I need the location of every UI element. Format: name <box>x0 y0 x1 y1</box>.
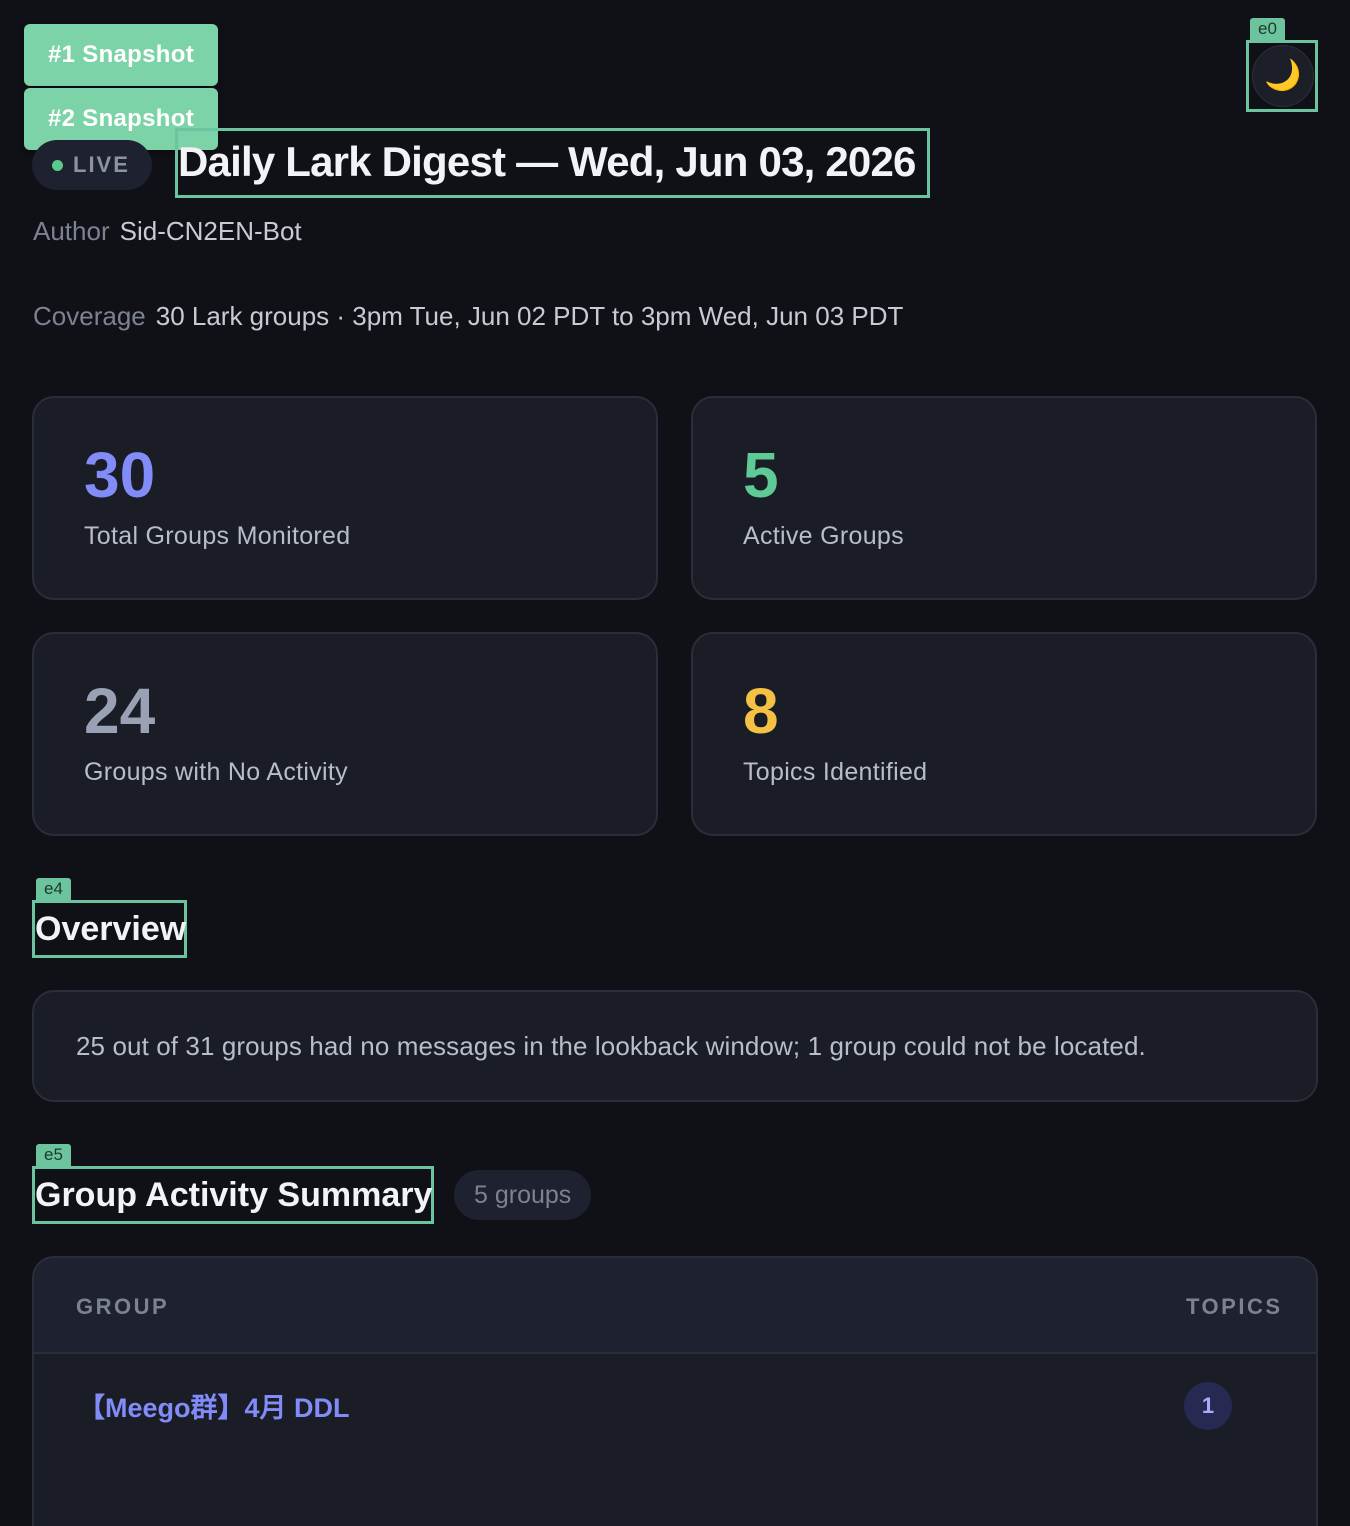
coverage-value: 30 Lark groups · 3pm Tue, Jun 02 PDT to … <box>155 301 904 331</box>
stat-value: 5 <box>743 439 779 511</box>
annotation-tag-overview: e4 <box>36 878 71 900</box>
overview-heading: Overview <box>35 910 187 948</box>
live-label: LIVE <box>73 152 130 177</box>
table-row: 【Meego群】4月 DDL 1 <box>34 1354 1316 1526</box>
author-key: Author <box>33 216 110 246</box>
group-name-link[interactable]: 【Meego群】4月 DDL <box>78 1386 350 1425</box>
column-header-topics: TOPICS <box>1186 1294 1283 1319</box>
stat-card-active-groups: 5 Active Groups <box>691 396 1317 600</box>
coverage-key: Coverage <box>33 301 146 331</box>
stat-label: Total Groups Monitored <box>84 522 351 550</box>
stat-card-no-activity: 24 Groups with No Activity <box>32 632 658 836</box>
stat-card-total-groups: 30 Total Groups Monitored <box>32 396 658 600</box>
stat-label: Active Groups <box>743 522 904 550</box>
stat-value: 8 <box>743 675 779 747</box>
author-value: Sid-CN2EN-Bot <box>119 216 302 246</box>
stat-label: Groups with No Activity <box>84 758 348 786</box>
moon-icon: 🌙 <box>1264 59 1302 92</box>
page-title: Daily Lark Digest — Wed, Jun 03, 2026 <box>178 138 916 185</box>
annotation-tag-activity: e5 <box>36 1144 71 1166</box>
group-activity-heading: Group Activity Summary <box>35 1176 433 1214</box>
table-header: GROUP TOPICS <box>34 1258 1316 1354</box>
live-status-badge: LIVE <box>32 140 152 190</box>
author-row: Author Sid-CN2EN-Bot <box>33 216 302 247</box>
stat-card-topics: 8 Topics Identified <box>691 632 1317 836</box>
live-dot-icon <box>52 159 63 171</box>
group-count-badge: 5 groups <box>454 1170 592 1220</box>
page: #1 Snapshot #2 Snapshot e0 🌙 LIVE Daily … <box>0 0 1350 1526</box>
group-activity-table: GROUP TOPICS 【Meego群】4月 DDL 1 <box>32 1256 1318 1526</box>
theme-toggle-button[interactable]: 🌙 <box>1252 45 1314 107</box>
stat-label: Topics Identified <box>743 758 928 786</box>
overview-text: 25 out of 31 groups had no messages in t… <box>76 1030 1146 1061</box>
topic-count-badge: 1 <box>1184 1382 1232 1430</box>
overview-card: 25 out of 31 groups had no messages in t… <box>32 990 1318 1102</box>
stat-value: 24 <box>84 675 156 747</box>
coverage-row: Coverage 30 Lark groups · 3pm Tue, Jun 02… <box>33 301 903 332</box>
stat-value: 30 <box>84 439 156 511</box>
column-header-group: GROUP <box>76 1294 170 1319</box>
snapshot-1-button[interactable]: #1 Snapshot <box>24 24 218 86</box>
annotation-tag-theme: e0 <box>1250 18 1285 40</box>
